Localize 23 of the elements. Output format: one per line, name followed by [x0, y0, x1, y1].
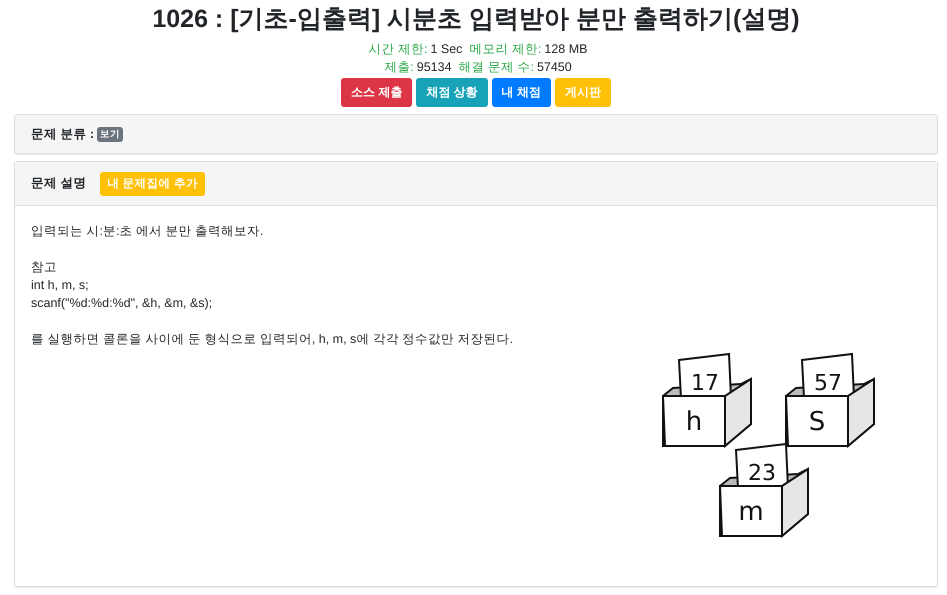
info-label: 제출: [384, 59, 414, 76]
labeled-box-drawing: 17 h [662, 352, 752, 448]
description-text: scanf("%d:%d:%d", &h, &m, &s); [31, 295, 214, 312]
description-text: 입력되는 시:분:초 에서 분만 출력해보자. [31, 223, 264, 240]
description-text: 참고 [31, 259, 58, 276]
info-label: 시간 제한: [368, 41, 428, 58]
info-label: 해결 문제 수: [458, 59, 534, 76]
description-text: 를 실행하면 콜론을 사이에 둔 형식으로 입력되어, h, m, s에 각각 정수값만 저장된다. [31, 331, 514, 348]
info-value: 95134 [416, 59, 452, 76]
panel-heading: 문제 분류 : [31, 126, 94, 142]
labeled-box-drawing: 23 m [718, 442, 809, 538]
info-value: 128 MB [544, 41, 588, 58]
labeled-box-drawing: 57 S [784, 352, 875, 448]
show-tags-badge[interactable]: 보기 [97, 126, 124, 142]
page-title: 1026 : [기초-입출력] 시분초 입력받아 분만 출력하기(설명) [151, 4, 801, 34]
info-value: 1 Sec [430, 41, 462, 58]
nav-button[interactable]: 내 채점 [492, 78, 552, 107]
nav-button[interactable]: 채점 상황 [416, 78, 488, 107]
description-text: int h, m, s; [31, 277, 90, 294]
nav-button[interactable]: 소스 제출 [340, 78, 412, 107]
info-label: 메모리 제한: [469, 41, 542, 58]
info-value: 57450 [536, 59, 572, 76]
panel-heading: 문제 설명 [31, 175, 86, 192]
